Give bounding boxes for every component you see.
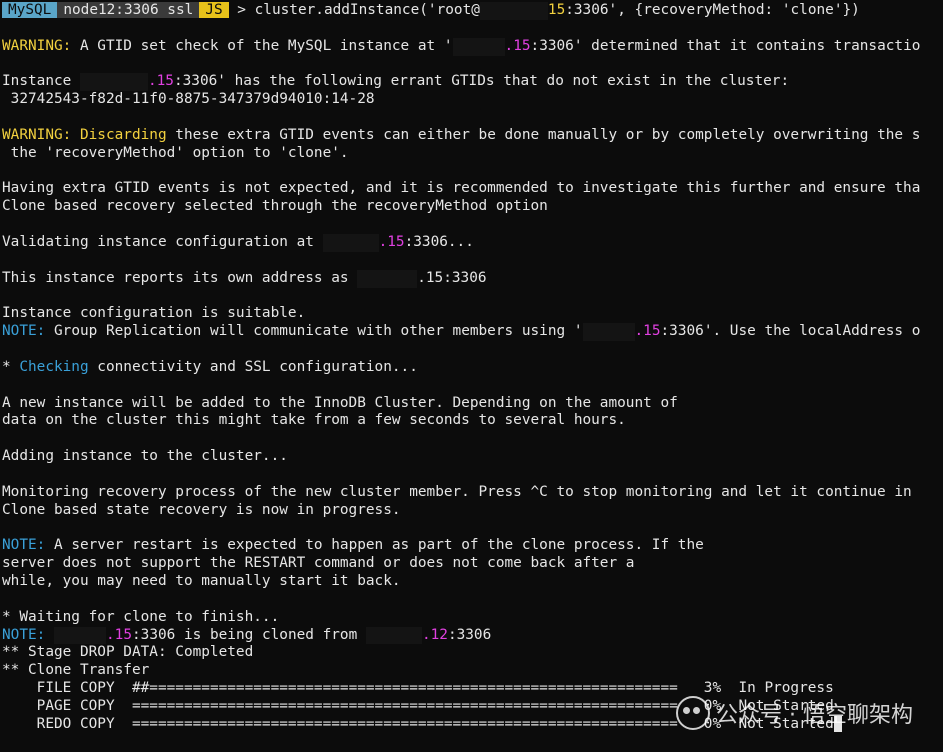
output-line: ** Stage DROP DATA: Completed bbox=[2, 644, 254, 661]
output-line: Adding instance to the cluster... bbox=[2, 448, 288, 465]
redacted-ip bbox=[322, 233, 379, 252]
command-part: :3306', {recoveryMethod: 'clone'}) bbox=[565, 2, 860, 18]
redacted-ip bbox=[365, 626, 422, 645]
ip-octet: .15 bbox=[634, 323, 661, 340]
prompt-host-badge: node12:3306 ssl bbox=[57, 2, 200, 18]
progress-bar: ========================================… bbox=[131, 715, 678, 732]
output-text: connectivity and SSL configuration... bbox=[88, 358, 418, 375]
output-line: the 'recoveryMethod' option to 'clone'. bbox=[2, 144, 349, 161]
ip-octet: .15 bbox=[504, 37, 531, 54]
progress-bar: ##======================================… bbox=[131, 680, 678, 697]
output-text: :3306 is being cloned from bbox=[132, 626, 366, 643]
output-line: NOTE: .15:3306 is being cloned from .12:… bbox=[2, 626, 943, 645]
wechat-icon bbox=[676, 696, 711, 730]
note-label: NOTE: bbox=[2, 626, 46, 643]
redacted-ip bbox=[54, 626, 106, 645]
output-text: .15:3306 bbox=[417, 269, 487, 286]
output-line: Monitoring recovery process of the new c… bbox=[2, 483, 912, 500]
warning-label: WARNING: Discarding bbox=[2, 126, 167, 143]
output-text: :3306' has the following errant GTIDs th… bbox=[173, 73, 790, 90]
output-line: Clone based state recovery is now in pro… bbox=[2, 501, 401, 518]
output-line: Instance configuration is suitable. bbox=[2, 305, 306, 322]
output-line: * Waiting for clone to finish... bbox=[2, 608, 280, 625]
progress-percent: 3% bbox=[703, 680, 722, 697]
prompt-arrow: > bbox=[237, 2, 246, 18]
note-label: NOTE: bbox=[2, 323, 46, 340]
output-line: WARNING: A GTID set check of the MySQL i… bbox=[2, 37, 943, 56]
redacted-ip bbox=[479, 2, 548, 20]
ip-octet: .15 bbox=[378, 233, 405, 250]
command-part: cluster.addInstance('root@ bbox=[245, 2, 480, 18]
ip-octet: .15 bbox=[147, 73, 174, 90]
redacted-ip bbox=[452, 37, 505, 56]
output-line: A new instance will be added to the Inno… bbox=[2, 394, 678, 411]
output-line: while, you may need to manually start it… bbox=[2, 573, 401, 589]
watermark: 公众号 · 悟空聊架构 bbox=[676, 696, 913, 730]
output-line: NOTE: Group Replication will communicate… bbox=[2, 323, 943, 342]
warning-label: WARNING: bbox=[2, 37, 72, 54]
output-line: NOTE: A server restart is expected to ha… bbox=[2, 537, 943, 555]
progress-label: PAGE COPY bbox=[2, 697, 132, 714]
progress-bar: ========================================… bbox=[131, 697, 678, 714]
redacted-ip bbox=[582, 323, 635, 342]
output-text: :3306 bbox=[447, 626, 492, 643]
progress-status: In Progress bbox=[738, 680, 834, 697]
progress-label: FILE COPY bbox=[2, 680, 132, 697]
output-text: these extra GTID events can either be do… bbox=[166, 126, 921, 143]
output-text: Validating instance configuration at bbox=[2, 233, 323, 250]
output-line: data on the cluster this might take from… bbox=[2, 412, 626, 429]
prompt-mysql-badge: MySQL bbox=[2, 2, 58, 18]
output-text: Group Replication will communicate with … bbox=[45, 323, 583, 340]
output-line: Clone based recovery selected through th… bbox=[2, 198, 548, 215]
note-label: NOTE: bbox=[2, 537, 46, 554]
command-part: 15 bbox=[547, 2, 566, 18]
ip-octet: .15 bbox=[106, 626, 132, 643]
prompt-js-badge: JS bbox=[199, 2, 229, 18]
output-line: ** Clone Transfer bbox=[2, 662, 150, 679]
output-text: This instance reports its own address as bbox=[2, 269, 358, 286]
prompt-line: MySQL node12:3306 ssl JS > cluster.addInst… bbox=[2, 2, 943, 20]
output-text: :3306... bbox=[404, 233, 474, 250]
output-text: Instance bbox=[2, 73, 80, 90]
output-line: WARNING: Discarding these extra GTID eve… bbox=[2, 127, 943, 145]
checking-label: Checking bbox=[19, 358, 89, 375]
output-line: 32742543-f82d-11f0-8875-347379d94010:14-… bbox=[2, 91, 375, 108]
output-text: :3306'. Use the localAddress o bbox=[660, 323, 921, 340]
watermark-text: 公众号 · 悟空聊架构 bbox=[716, 703, 913, 728]
redacted-ip bbox=[79, 73, 148, 92]
redacted-ip bbox=[357, 269, 418, 288]
output-line: server does not support the RESTART comm… bbox=[2, 555, 635, 572]
output-text: A server restart is expected to happen a… bbox=[45, 537, 704, 554]
output-line: Instance .15:3306' has the following err… bbox=[2, 73, 943, 92]
output-line: This instance reports its own address as… bbox=[2, 269, 943, 288]
output-text: :3306' determined that it contains trans… bbox=[530, 37, 921, 54]
progress-label: REDO COPY bbox=[2, 715, 132, 732]
output-line: Validating instance configuration at .15… bbox=[2, 233, 943, 252]
output-text: A GTID set check of the MySQL instance a… bbox=[71, 37, 453, 54]
output-text: * bbox=[2, 358, 20, 375]
terminal-window[interactable]: MySQL node12:3306 ssl JS > cluster.addInst… bbox=[0, 0, 943, 752]
output-line: Having extra GTID events is not expected… bbox=[2, 180, 921, 197]
output-line: * Checking connectivity and SSL configur… bbox=[2, 359, 943, 377]
ip-octet: .12 bbox=[421, 626, 448, 643]
